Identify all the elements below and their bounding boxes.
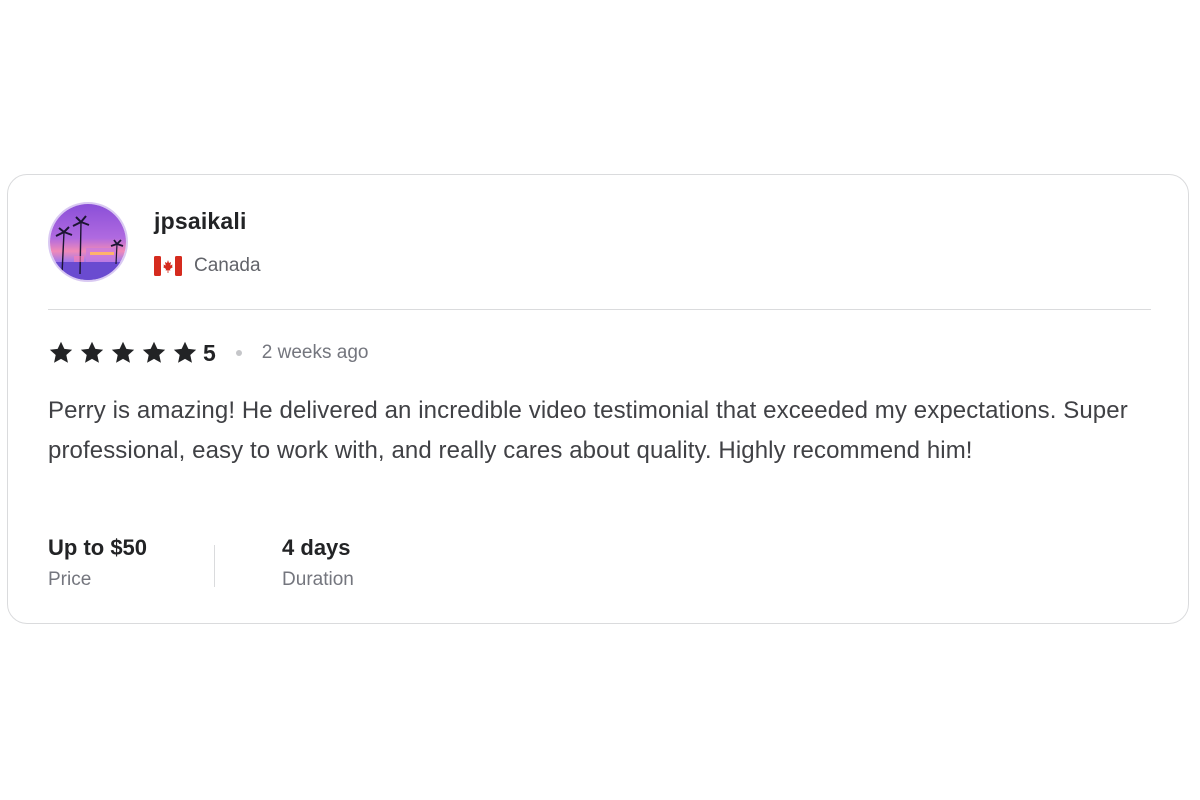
review-card: jpsaikali Canada 5 2 weeks ago Perry is … (7, 174, 1189, 624)
star-icon (49, 341, 73, 363)
duration-label: Duration (282, 569, 354, 590)
star-icon (111, 341, 135, 363)
rating-row: 5 2 weeks ago (48, 338, 368, 368)
meta-divider (214, 545, 216, 587)
order-details: Up to $50 Price 4 days Duration (48, 533, 354, 603)
rating-value: 5 (203, 339, 216, 366)
username[interactable]: jpsaikali (154, 208, 247, 235)
review-time: 2 weeks ago (261, 342, 369, 363)
avatar-image (50, 204, 126, 280)
star-icon (142, 341, 166, 363)
duration-value: 4 days (282, 535, 351, 560)
review-header: jpsaikali Canada (48, 202, 1148, 282)
star-icon (80, 341, 104, 363)
header-divider (48, 309, 1151, 310)
separator-dot (235, 350, 242, 356)
price-label: Price (48, 569, 92, 590)
country-name: Canada (194, 255, 261, 276)
star-icon (173, 341, 197, 363)
avatar[interactable] (48, 202, 128, 282)
star-rating (48, 340, 203, 366)
price-block: Up to $50 Price (48, 533, 147, 603)
country-row: Canada (154, 254, 261, 278)
duration-block: 4 days Duration (282, 533, 354, 603)
canada-flag-icon (154, 256, 182, 276)
review-text: Perry is amazing! He delivered an incred… (48, 397, 1128, 464)
price-value: Up to $50 (48, 535, 148, 560)
